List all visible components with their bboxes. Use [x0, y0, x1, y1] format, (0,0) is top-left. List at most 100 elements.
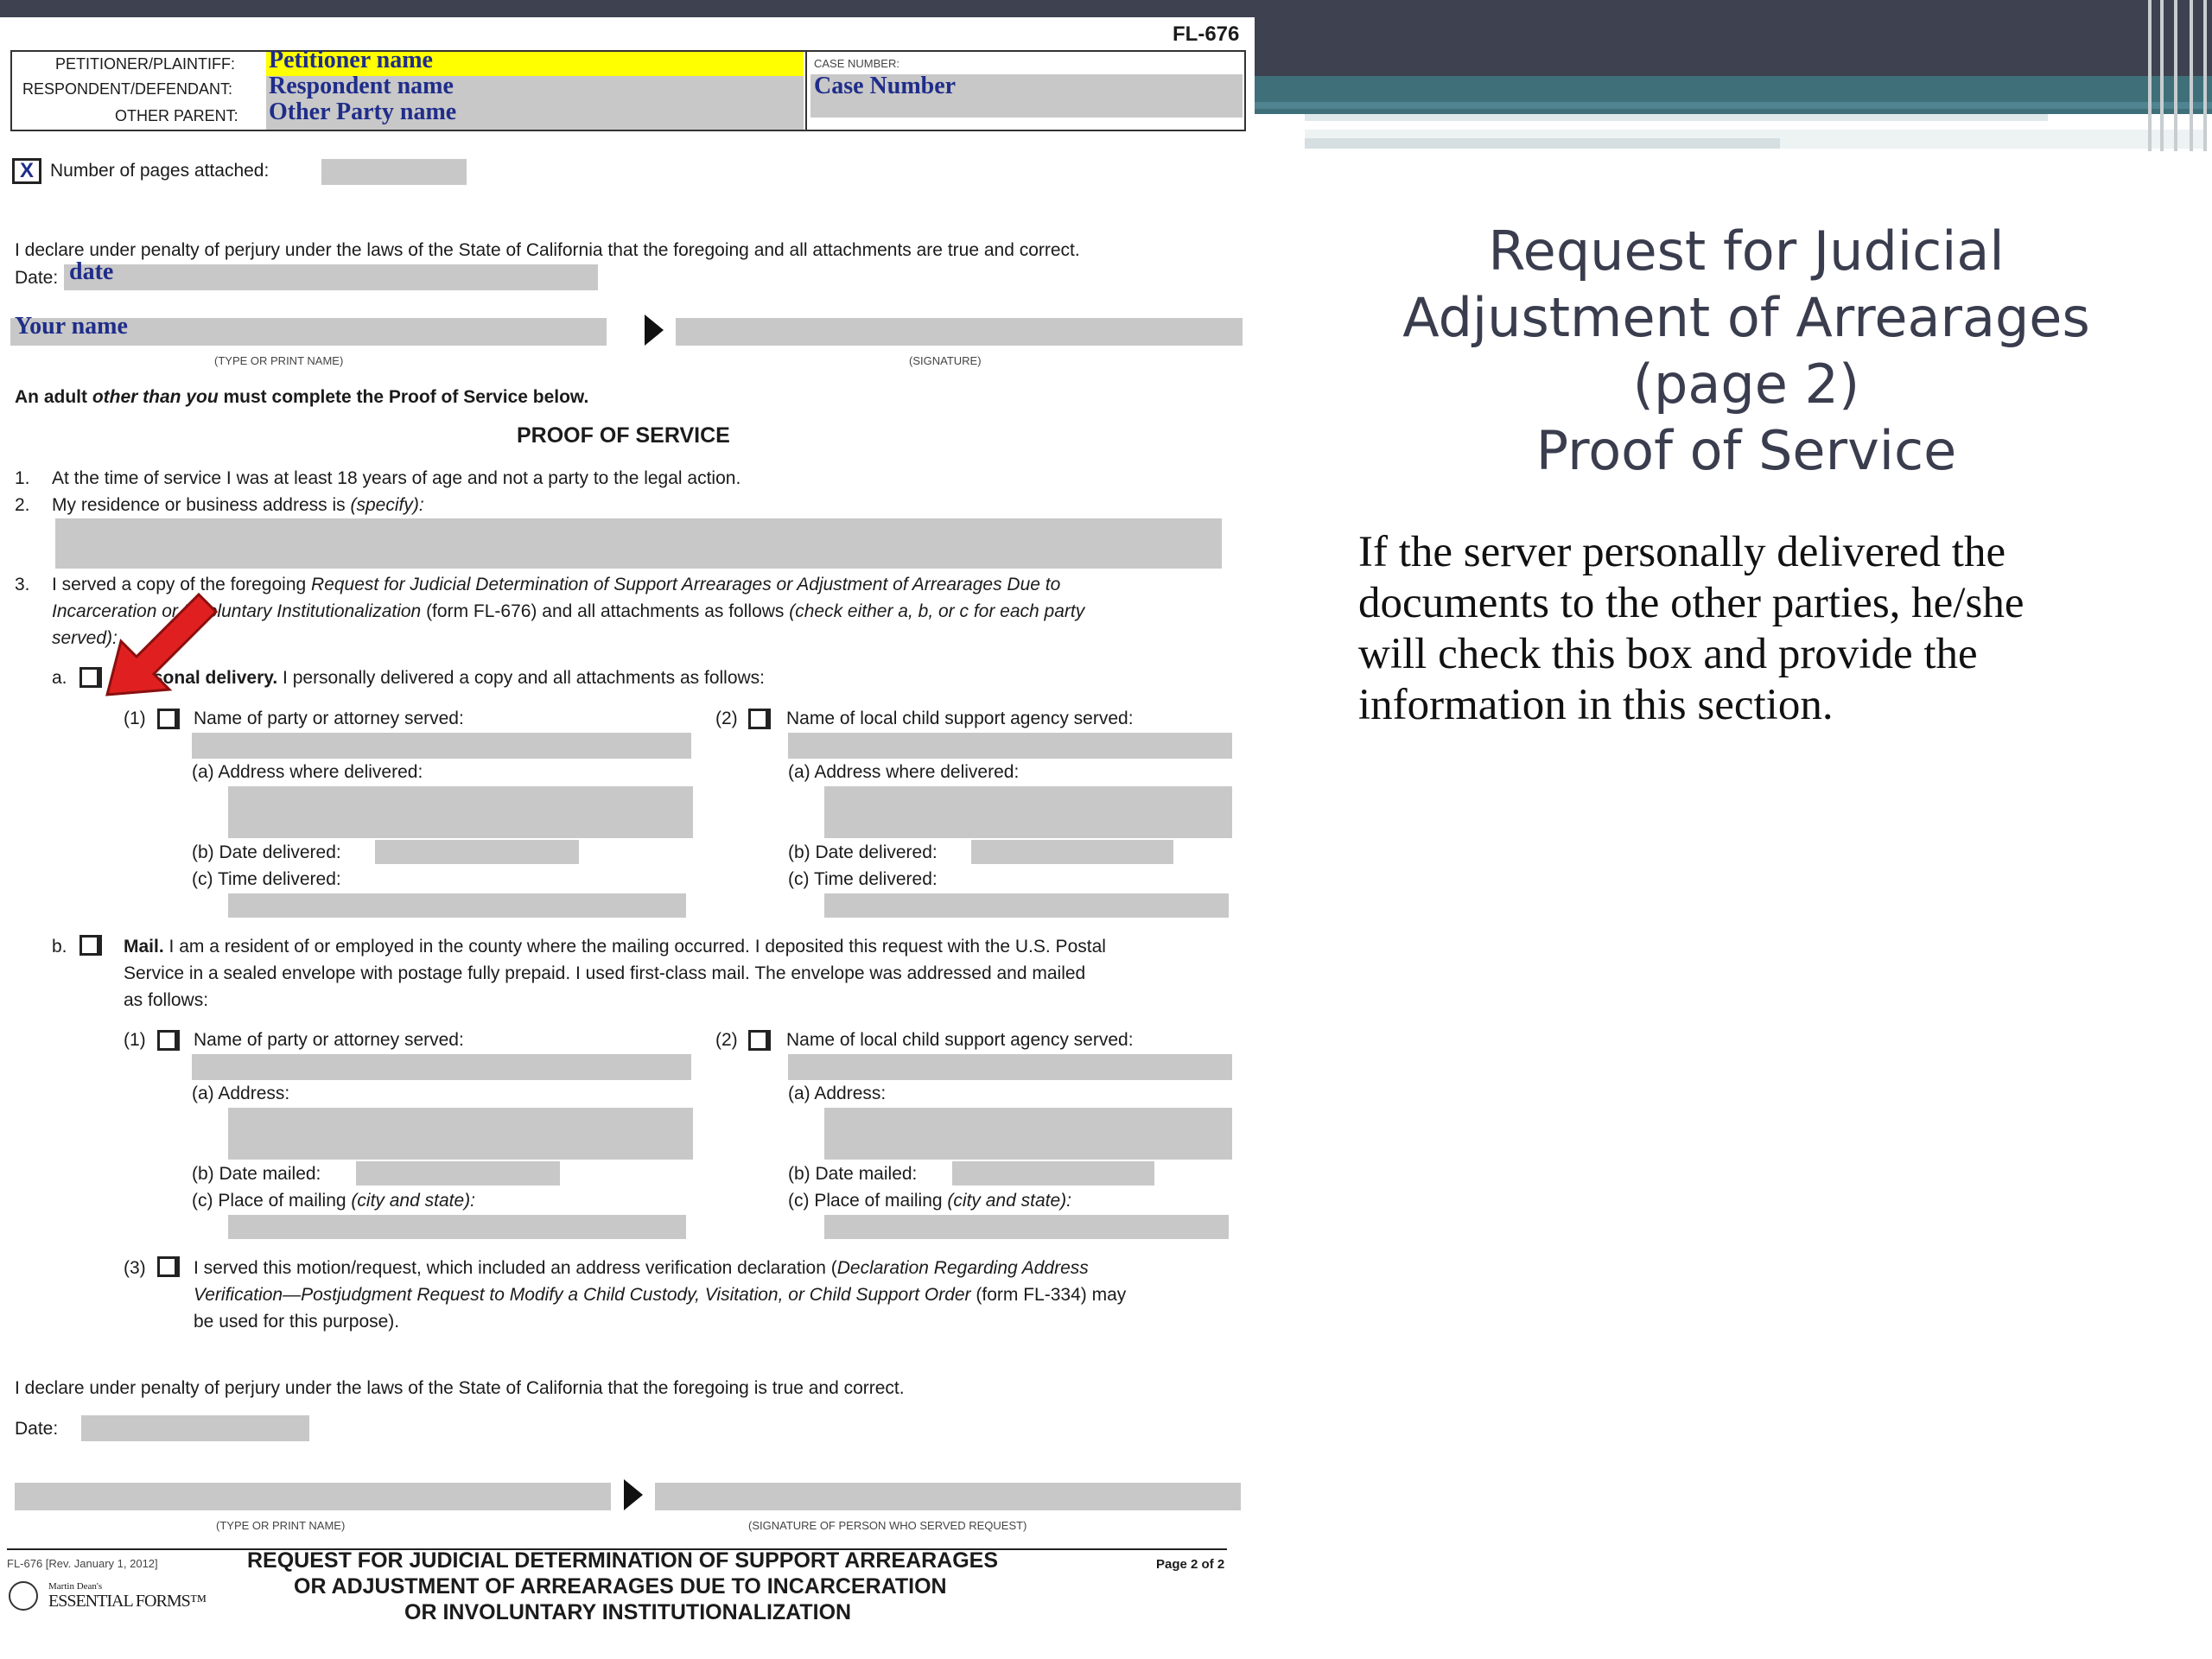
item-1-number: 1. [15, 468, 30, 488]
slide-body-text: If the server personally delivered the d… [1358, 527, 2136, 731]
date-label-2: Date: [15, 1419, 59, 1439]
header-stripe [2160, 0, 2164, 151]
a2-date-label: (b) Date delivered: [788, 842, 938, 862]
b1-date-field[interactable] [356, 1161, 560, 1185]
a1-address-label: (a) Address where delivered: [192, 762, 423, 782]
b1-label: Name of party or attorney served: [194, 1030, 464, 1050]
b2-address-label: (a) Address: [788, 1084, 887, 1103]
residence-address-field[interactable] [55, 518, 1222, 569]
b1-number: (1) [124, 1030, 146, 1050]
other-parent-value[interactable]: Other Party name [269, 99, 456, 126]
footer-revision: FL-676 [Rev. January 1, 2012] [7, 1557, 158, 1570]
b3-line-2: Verification—Postjudgment Request to Mod… [194, 1285, 1127, 1305]
header-block [1255, 0, 2212, 76]
header-stripe [2174, 0, 2177, 151]
footer-logo-small: Martin Dean's [48, 1581, 103, 1592]
server-signature-arrow-icon [624, 1479, 643, 1510]
name-value: Your name [15, 313, 128, 340]
header-stripe [2148, 0, 2152, 151]
b2-name-field[interactable] [788, 1054, 1232, 1080]
date-field-2[interactable] [81, 1415, 309, 1441]
header-stripe [2190, 0, 2193, 151]
a1-address-field[interactable] [228, 786, 693, 838]
signature-field[interactable] [676, 318, 1243, 346]
mail-line-2: Service in a sealed envelope with postag… [124, 963, 1086, 983]
a1-number: (1) [124, 709, 146, 728]
item-2-number: 2. [15, 495, 30, 515]
mail-checkbox[interactable] [79, 935, 102, 956]
declaration-2-text: I declare under penalty of perjury under… [15, 1378, 905, 1398]
b2-date-label: (b) Date mailed: [788, 1164, 918, 1184]
a2-checkbox[interactable] [748, 709, 771, 729]
personal-delivery-checkbox[interactable] [79, 667, 102, 688]
slide-title-line: Proof of Service [1535, 419, 1957, 482]
case-number-value[interactable]: Case Number [814, 73, 956, 100]
a2-time-field[interactable] [824, 893, 1229, 918]
pages-attached-checkbox[interactable]: X [12, 158, 41, 184]
date-label: Date: [15, 268, 59, 288]
petitioner-value[interactable]: Petitioner name [269, 47, 433, 74]
signature-caption: (SIGNATURE) [909, 354, 982, 367]
server-name-field[interactable] [15, 1483, 611, 1510]
mail-line-1: Mail. I am a resident of or employed in … [124, 937, 1106, 957]
item-3-number: 3. [15, 575, 30, 594]
b1-address-label: (a) Address: [192, 1084, 290, 1103]
red-pointer-arrow-icon [105, 592, 219, 696]
footer-page-number: Page 2 of 2 [1156, 1557, 1225, 1572]
type-name-caption: (TYPE OR PRINT NAME) [214, 354, 344, 367]
respondent-value[interactable]: Respondent name [269, 73, 454, 100]
declaration-text: I declare under penalty of perjury under… [15, 240, 1080, 260]
b2-number: (2) [715, 1030, 738, 1050]
server-signature-field[interactable] [655, 1483, 1241, 1510]
a1-date-label: (b) Date delivered: [192, 842, 341, 862]
server-signature-caption: (SIGNATURE OF PERSON WHO SERVED REQUEST) [748, 1519, 1027, 1532]
petitioner-label: PETITIONER/PLAINTIFF: [55, 55, 236, 73]
date-field[interactable] [64, 264, 598, 290]
mail-line-3: as follows: [124, 990, 209, 1010]
slide-title-line: Adjustment of Arrearages [1402, 286, 2090, 349]
slide-body-line: If the server personally delivered the [1358, 528, 2006, 576]
a2-label: Name of local child support agency serve… [786, 709, 1134, 728]
slide-body-line: documents to the other parties, he/she [1358, 579, 2024, 627]
b3-line-1: I served this motion/request, which incl… [194, 1258, 1089, 1278]
header-stripe [2203, 0, 2207, 151]
b3-line-3: be used for this purpose). [194, 1312, 400, 1332]
option-b-letter: b. [52, 937, 67, 957]
b3-checkbox[interactable] [157, 1256, 180, 1277]
header-light-line-short [1305, 138, 1780, 149]
a1-checkbox[interactable] [157, 709, 180, 729]
pages-attached-field[interactable] [321, 159, 467, 185]
b2-checkbox[interactable] [748, 1030, 771, 1051]
pages-attached-label: Number of pages attached: [50, 161, 270, 181]
a2-date-field[interactable] [971, 840, 1173, 864]
footer-title-3: OR INVOLUNTARY INSTITUTIONALIZATION [404, 1600, 852, 1624]
b2-place-field[interactable] [824, 1215, 1229, 1239]
header-accent-line [1255, 102, 2212, 109]
slide-body-line: will check this box and provide the [1358, 630, 1978, 678]
b1-address-field[interactable] [228, 1108, 693, 1160]
respondent-label: RESPONDENT/DEFENDANT: [22, 80, 233, 98]
a2-name-field[interactable] [788, 733, 1232, 759]
footer-logo-big: ESSENTIAL FORMS™ [48, 1592, 207, 1611]
item-2-text: My residence or business address is (spe… [52, 495, 424, 515]
adult-note: An adult other than you must complete th… [15, 387, 589, 407]
b3-number: (3) [124, 1258, 146, 1278]
b1-checkbox[interactable] [157, 1030, 180, 1051]
slide-body-line: information in this section. [1358, 681, 1834, 729]
footer-title-1: REQUEST FOR JUDICIAL DETERMINATION OF SU… [247, 1548, 999, 1573]
b1-name-field[interactable] [192, 1054, 691, 1080]
form-number: FL-676 [1173, 22, 1240, 46]
option-a-letter: a. [52, 668, 67, 688]
a1-date-field[interactable] [375, 840, 579, 864]
b2-date-field[interactable] [952, 1161, 1154, 1185]
a1-label: Name of party or attorney served: [194, 709, 464, 728]
item-1-text: At the time of service I was at least 18… [52, 468, 741, 488]
signature-arrow-icon [645, 315, 664, 346]
a2-address-field[interactable] [824, 786, 1232, 838]
b2-address-field[interactable] [824, 1108, 1232, 1160]
b1-place-field[interactable] [228, 1215, 686, 1239]
a1-name-field[interactable] [192, 733, 691, 759]
a1-time-field[interactable] [228, 893, 686, 918]
form-page: FL-676 PETITIONER/PLAINTIFF: Petitioner … [0, 17, 1255, 1659]
slide-title: Request for Judicial Adjustment of Arrea… [1344, 218, 2148, 484]
